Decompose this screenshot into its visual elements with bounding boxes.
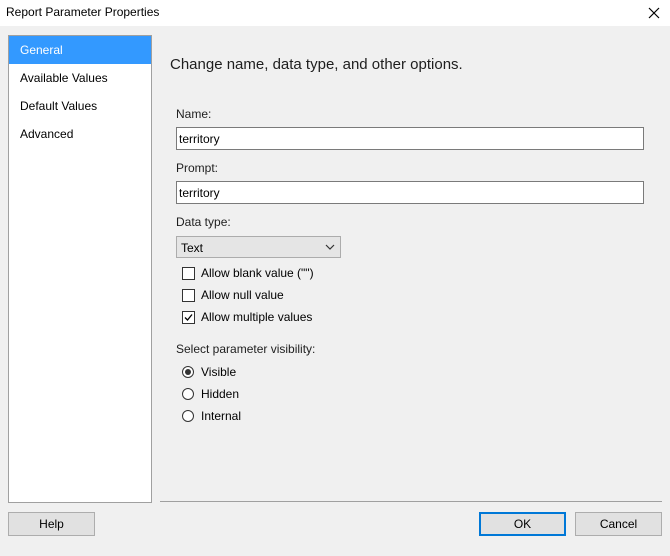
help-button[interactable]: Help: [8, 512, 95, 536]
visibility-visible-radio[interactable]: Visible: [182, 364, 236, 380]
allow-multiple-checkbox[interactable]: Allow multiple values: [182, 309, 312, 325]
checkmark-icon: [184, 313, 193, 321]
visibility-label: Select parameter visibility:: [176, 342, 316, 356]
allow-multiple-label: Allow multiple values: [201, 310, 313, 324]
chevron-down-icon: [325, 244, 335, 250]
allow-blank-label: Allow blank value (""): [201, 266, 314, 280]
allow-null-label: Allow null value: [201, 288, 284, 302]
data-type-dropdown[interactable]: Text: [176, 236, 341, 258]
internal-label: Internal: [201, 409, 242, 423]
nav-item-general[interactable]: General: [9, 36, 151, 64]
visibility-internal-radio[interactable]: Internal: [182, 408, 241, 424]
prompt-field[interactable]: [176, 181, 644, 204]
close-icon: [648, 7, 660, 19]
checkbox-box: [182, 310, 195, 324]
nav-item-available-values[interactable]: Available Values: [9, 64, 151, 92]
nav-item-advanced[interactable]: Advanced: [9, 120, 151, 148]
checkbox-box: [182, 266, 195, 280]
data-type-label: Data type:: [176, 215, 231, 229]
name-label: Name:: [176, 107, 212, 121]
radio-circle: [182, 410, 194, 422]
window-title: Report Parameter Properties: [6, 5, 160, 19]
radio-circle: [182, 388, 194, 400]
close-button[interactable]: [638, 0, 670, 26]
page-navigation: General Available Values Default Values …: [8, 35, 152, 503]
visibility-hidden-radio[interactable]: Hidden: [182, 386, 239, 402]
data-type-value: Text: [181, 241, 204, 255]
ok-button[interactable]: OK: [479, 512, 566, 536]
nav-item-default-values[interactable]: Default Values: [9, 92, 151, 120]
cancel-button[interactable]: Cancel: [575, 512, 662, 536]
allow-blank-checkbox[interactable]: Allow blank value (""): [182, 265, 314, 281]
hidden-label: Hidden: [201, 387, 240, 401]
prompt-label: Prompt:: [176, 161, 219, 175]
checkbox-box: [182, 288, 195, 302]
title-bar: Report Parameter Properties: [0, 0, 670, 26]
visible-label: Visible: [201, 365, 237, 379]
page-heading: Change name, data type, and other option…: [170, 56, 463, 73]
name-field[interactable]: [176, 127, 644, 150]
radio-dot: [185, 369, 191, 375]
radio-circle: [182, 366, 194, 378]
allow-null-checkbox[interactable]: Allow null value: [182, 287, 284, 303]
footer-divider: [160, 501, 662, 502]
